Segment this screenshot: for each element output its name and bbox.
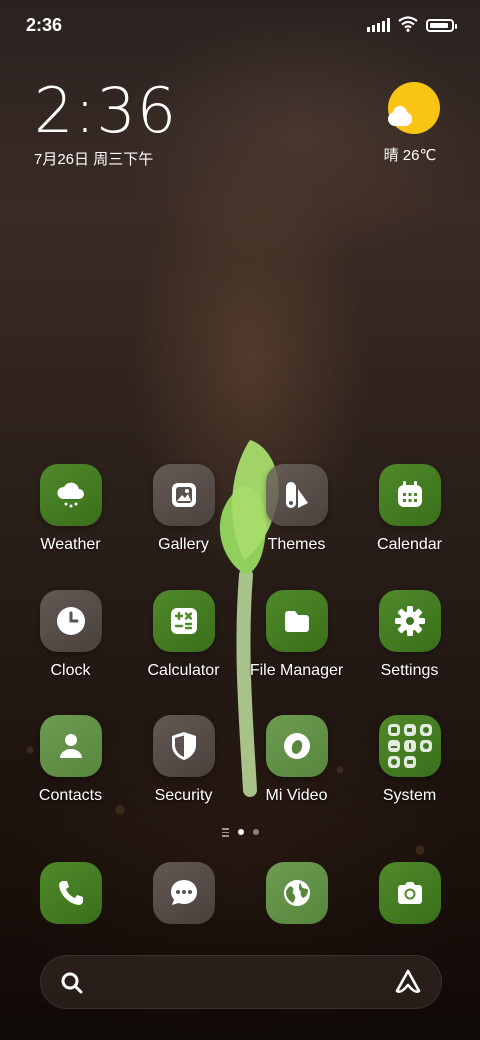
app-gallery[interactable]: Gallery bbox=[127, 464, 240, 554]
gallery-icon bbox=[152, 464, 215, 526]
app-label: Settings bbox=[380, 662, 439, 679]
contacts-icon bbox=[39, 715, 102, 777]
app-weather[interactable]: Weather bbox=[14, 464, 127, 554]
app-contacts[interactable]: Contacts bbox=[14, 715, 127, 805]
assistant-icon[interactable] bbox=[393, 968, 423, 996]
gear-icon bbox=[378, 590, 441, 652]
app-label: System bbox=[382, 787, 437, 804]
home-search-bar[interactable] bbox=[40, 955, 442, 1009]
page-indicator[interactable] bbox=[0, 828, 480, 837]
weather-widget[interactable]: 晴 26℃ bbox=[384, 82, 444, 165]
clock-widget[interactable]: 2:36 7月26日 周三下午 bbox=[34, 78, 177, 169]
shield-icon bbox=[152, 715, 215, 777]
app-themes[interactable]: Themes bbox=[240, 464, 353, 554]
status-bar: 2:36 bbox=[0, 0, 480, 50]
app-security[interactable]: Security bbox=[127, 715, 240, 805]
battery-icon bbox=[426, 19, 457, 32]
folder-icon bbox=[265, 590, 328, 652]
folder-system[interactable]: System bbox=[353, 715, 466, 805]
app-label: Calculator bbox=[147, 662, 220, 679]
menu-lines-icon bbox=[221, 828, 229, 837]
app-mi-video[interactable]: Mi Video bbox=[240, 715, 353, 805]
app-calendar[interactable]: Calendar bbox=[353, 464, 466, 554]
calendar-icon bbox=[378, 464, 441, 526]
dock-camera[interactable] bbox=[353, 862, 466, 924]
app-label: Weather bbox=[40, 536, 101, 553]
app-calculator[interactable]: Calculator bbox=[127, 590, 240, 680]
status-time: 2:36 bbox=[26, 15, 63, 35]
signal-icon bbox=[367, 18, 390, 32]
dock-browser[interactable] bbox=[240, 862, 353, 924]
camera-icon bbox=[378, 862, 441, 924]
app-label: Contacts bbox=[38, 787, 103, 804]
widget-time: 2:36 bbox=[34, 74, 178, 147]
app-settings[interactable]: Settings bbox=[353, 590, 466, 680]
app-file-manager[interactable]: File Manager bbox=[240, 590, 353, 680]
app-label: Calendar bbox=[377, 536, 442, 553]
app-label: Clock bbox=[50, 662, 91, 679]
page-dot-2 bbox=[252, 829, 259, 836]
app-label: Mi Video bbox=[265, 787, 328, 804]
weather-icon bbox=[39, 464, 102, 526]
app-label: Themes bbox=[267, 536, 326, 553]
search-icon bbox=[61, 972, 83, 994]
status-icons bbox=[367, 16, 457, 32]
clock-icon bbox=[39, 590, 102, 652]
dock-phone[interactable] bbox=[14, 862, 127, 924]
wifi-icon bbox=[398, 16, 418, 32]
phone-icon bbox=[39, 862, 102, 924]
sun-cloud-icon bbox=[388, 82, 440, 134]
themes-icon bbox=[265, 464, 328, 526]
browser-icon bbox=[265, 862, 328, 924]
page-dot-1 bbox=[237, 829, 244, 836]
folder-grid-icon bbox=[378, 715, 441, 777]
video-icon bbox=[265, 715, 328, 777]
app-label: Gallery bbox=[158, 536, 209, 553]
app-label: Security bbox=[154, 787, 213, 804]
app-label: File Manager bbox=[249, 662, 344, 679]
calculator-icon bbox=[152, 590, 215, 652]
app-clock[interactable]: Clock bbox=[14, 590, 127, 680]
dock-messages[interactable] bbox=[127, 862, 240, 924]
message-icon bbox=[152, 862, 215, 924]
widget-date: 7月26日 周三下午 bbox=[34, 151, 154, 168]
weather-text: 晴 26℃ bbox=[383, 147, 437, 164]
